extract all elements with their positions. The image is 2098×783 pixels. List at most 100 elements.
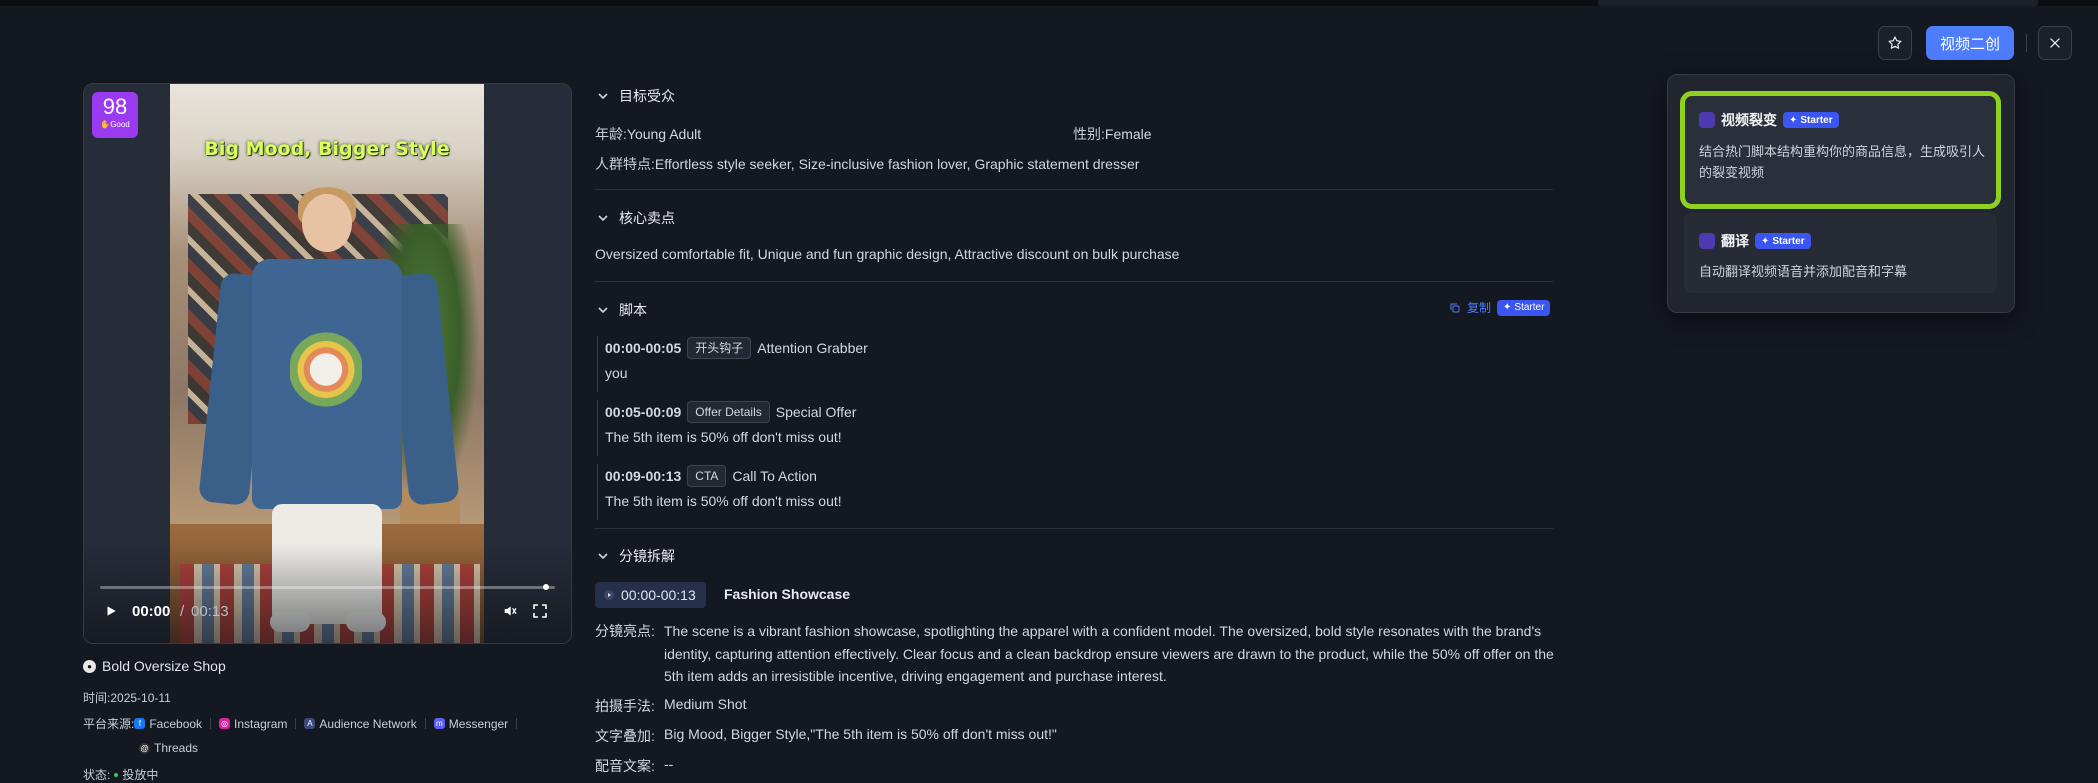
platform-audience-network: A Audience Network <box>304 717 417 731</box>
script-text: The 5th item is 50% off don't miss out! <box>605 429 842 445</box>
time-separator: / <box>180 602 185 620</box>
chevron-down-icon <box>598 553 608 560</box>
chevron-down-icon <box>598 215 608 222</box>
volume-icon <box>504 606 517 616</box>
video-remix-button[interactable]: 视频二创 <box>1926 26 2014 60</box>
platform-name: Threads <box>154 741 199 755</box>
platform-name: Facebook <box>149 716 203 731</box>
menu-item-video-fission[interactable]: 视频裂变 ✦ Starter 结合热门脚本结构重构你的商品信息，生成吸引人的裂变视… <box>1680 91 2001 209</box>
menu-item-title: 翻译 ✦ Starter <box>1699 231 1811 251</box>
script-item: 00:05-00:09 Offer Details Special Offer <box>605 401 856 423</box>
shop-name-text: Bold Oversize Shop <box>102 658 226 674</box>
status-label: 状态: <box>83 768 111 782</box>
platform-threads: @ Threads <box>139 741 198 755</box>
copy-icon <box>1450 303 1460 312</box>
shop-name[interactable]: ● Bold Oversize Shop <box>83 658 226 674</box>
section-audience-header[interactable]: 目标受众 <box>597 86 675 106</box>
score-label-text: Good <box>110 120 130 129</box>
highlight-text: The scene is a vibrant fashion showcase,… <box>664 623 1554 684</box>
script-tag: CTA <box>687 465 727 487</box>
fullscreen-button[interactable] <box>532 601 548 621</box>
selling-points: Oversized comfortable fit, Unique and fu… <box>595 246 1180 262</box>
top-strip <box>0 0 2098 6</box>
overlay-value: Big Mood, Bigger Style,"The 5th item is … <box>664 726 1057 742</box>
facebook-icon: f <box>134 718 146 729</box>
divider <box>295 718 297 729</box>
sparkle-icon: ✦ <box>1503 302 1512 313</box>
status-value: 投放中 <box>122 768 159 782</box>
date-label: 时间: <box>83 691 111 705</box>
platform-messenger: m Messenger <box>433 716 509 731</box>
menu-item-title: 视频裂变 ✦ Starter <box>1699 110 1839 130</box>
menu-item-translate[interactable]: 翻译 ✦ Starter 自动翻译视频语音并添加配音和字幕 <box>1684 213 1997 293</box>
section-selling-header[interactable]: 核心卖点 <box>597 208 675 228</box>
sweater-graphic <box>290 329 362 419</box>
script-time: 00:05-00:09 <box>605 404 682 420</box>
close-button[interactable] <box>2038 26 2072 60</box>
storyboard-name: Fashion Showcase <box>724 586 851 602</box>
starter-label: Starter <box>1514 302 1545 313</box>
starter-label: Starter <box>1772 235 1805 247</box>
thumb-icon: ✋ <box>100 120 111 129</box>
section-script-header[interactable]: 脚本 <box>597 300 647 320</box>
threads-icon: @ <box>139 742 150 754</box>
traits-row: 人群特点:Effortless style seeker, Size-inclu… <box>595 154 1139 174</box>
background-toolbar <box>1598 0 2038 6</box>
model-head <box>302 194 352 252</box>
voiceover-label: 配音文案: <box>595 758 655 774</box>
platform-row-2: @ Threads <box>139 741 206 755</box>
script-text: you <box>605 365 628 381</box>
close-icon <box>2050 38 2060 48</box>
play-icon <box>107 606 116 616</box>
favorite-button[interactable] <box>1878 26 1912 60</box>
video-player[interactable]: Big Mood, Bigger Style 98 ✋Good 00:00 / … <box>83 83 572 644</box>
script-tag: Offer Details <box>687 401 770 423</box>
script-time: 00:00-00:05 <box>605 340 682 356</box>
platform-label: 平台来源: <box>83 717 135 731</box>
divider <box>595 189 1553 190</box>
section-title: 分镜拆解 <box>619 548 675 564</box>
script-time: 00:09-00:13 <box>605 468 682 484</box>
technique-label: 拍摄手法: <box>595 698 655 714</box>
messenger-icon: m <box>433 718 445 729</box>
star-icon <box>1888 36 1902 49</box>
remix-dropdown: 视频裂变 ✦ Starter 结合热门脚本结构重构你的商品信息，生成吸引人的裂变视… <box>1667 74 2015 313</box>
shop-logo-icon: ● <box>83 659 96 673</box>
score-label: ✋Good <box>92 120 138 130</box>
audience-network-icon: A <box>304 718 316 729</box>
timeline-line <box>597 464 598 520</box>
divider <box>210 718 212 729</box>
chevron-down-icon <box>598 93 608 100</box>
divider <box>424 718 426 729</box>
chevron-down-icon <box>598 307 608 314</box>
score-value: 98 <box>102 94 128 119</box>
progress-bar[interactable] <box>100 584 555 590</box>
storyboard-time-chip[interactable]: 00:00-00:13 <box>595 582 706 608</box>
gender-row: 性别:Female <box>1073 124 1152 144</box>
age-row: 年龄:Young Adult <box>595 124 701 144</box>
video-fission-icon <box>1699 112 1715 128</box>
age-value: Young Adult <box>626 126 702 142</box>
copy-script-button[interactable]: 复制 ✦ Starter <box>1449 299 1551 316</box>
mute-button[interactable] <box>502 601 518 621</box>
script-item: 00:09-00:13 CTA Call To Action <box>605 465 817 487</box>
menu-item-desc: 自动翻译视频语音并添加配音和字幕 <box>1699 264 1908 279</box>
gender-value: Female <box>1104 126 1152 142</box>
play-circle-icon <box>604 590 614 600</box>
date-row: 时间: 2025-10-11 <box>83 689 171 706</box>
play-button[interactable] <box>104 601 118 621</box>
menu-title-text: 视频裂变 <box>1721 112 1777 128</box>
sparkle-icon: ✦ <box>1789 114 1798 126</box>
starter-badge: ✦ Starter <box>1755 233 1811 249</box>
progress-knob[interactable] <box>543 584 549 590</box>
starter-badge: ✦ Starter <box>1783 112 1839 128</box>
storyboard-time: 00:00-00:13 <box>621 587 696 603</box>
platform-name: Messenger <box>448 716 509 731</box>
section-storyboard-header[interactable]: 分镜拆解 <box>597 546 675 566</box>
timeline-line <box>597 400 598 456</box>
section-title: 目标受众 <box>619 88 675 104</box>
translate-icon <box>1699 233 1715 249</box>
fullscreen-icon <box>533 604 547 618</box>
overlay-label: 文字叠加: <box>595 728 655 744</box>
divider <box>2026 34 2027 52</box>
